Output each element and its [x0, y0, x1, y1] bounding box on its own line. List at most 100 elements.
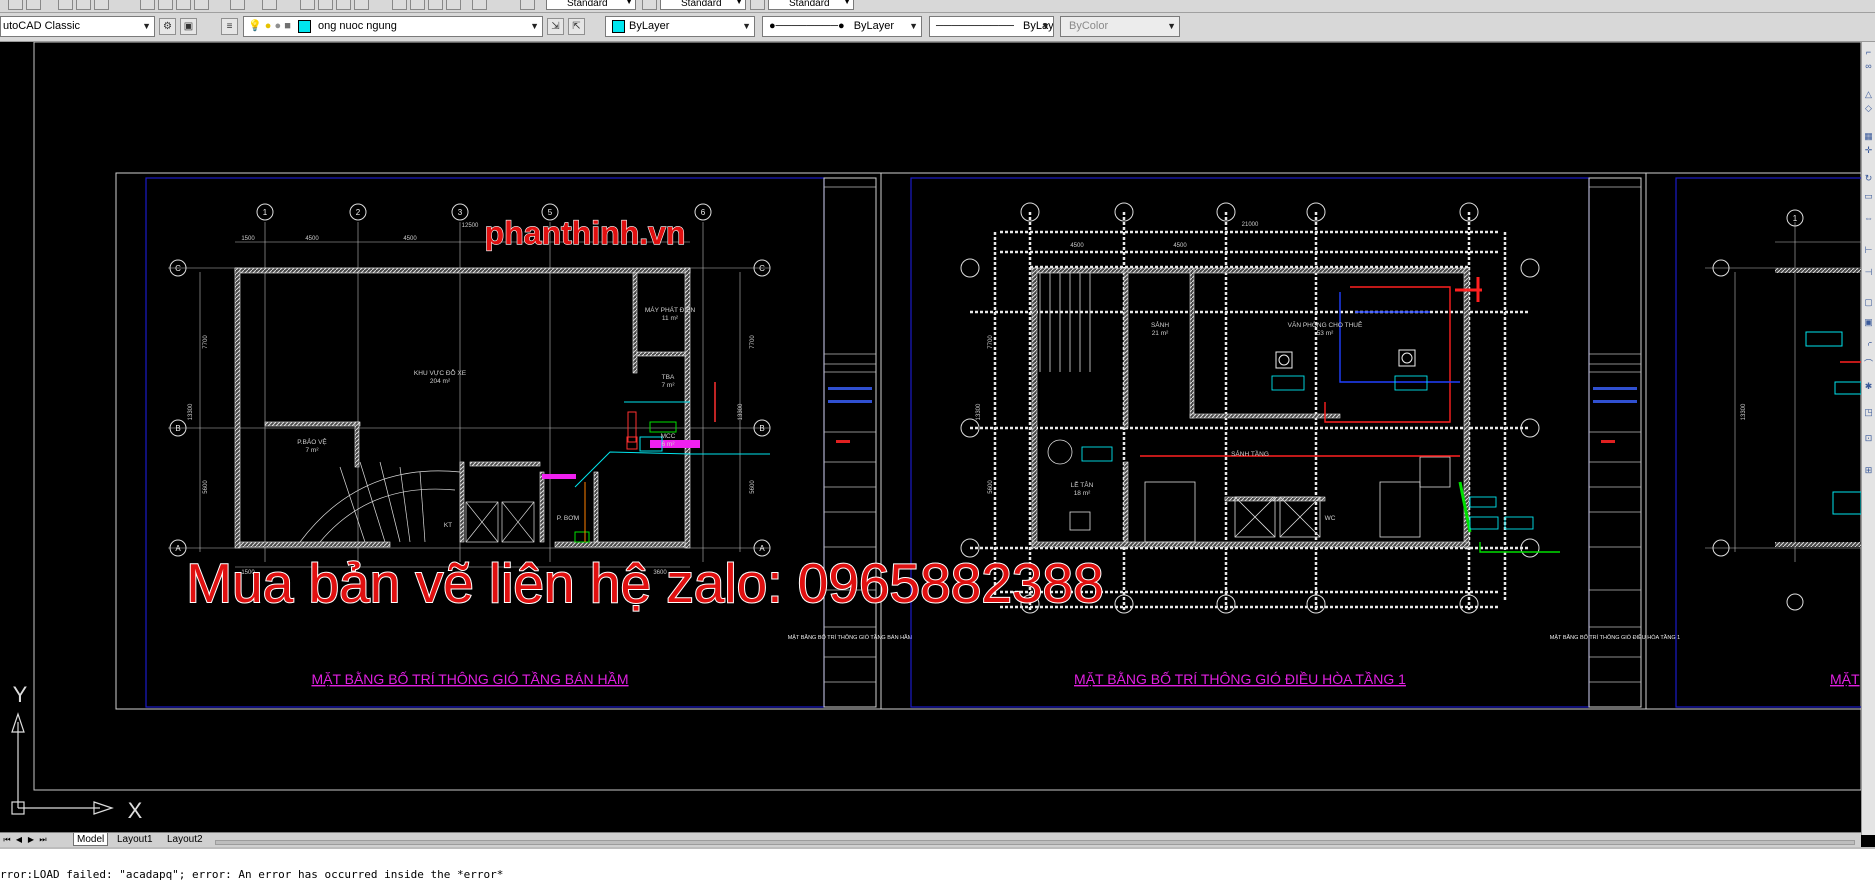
lineweight-combo[interactable]: ────────── ByLayer▼ — [929, 16, 1054, 37]
text-style-combo[interactable]: Standard ▼ — [546, 0, 636, 10]
svg-text:6 m²: 6 m² — [662, 441, 676, 448]
svg-text:SẢNH TẦNG: SẢNH TẦNG — [1231, 448, 1269, 458]
sheet-3-title: MẶT — [1830, 671, 1860, 687]
erase-icon[interactable]: ⌐ — [1863, 48, 1874, 57]
sheet-1-title: MẶT BẰNG BỐ TRÍ THÔNG GIÓ TẦNG BÁN HẦM — [311, 670, 628, 687]
layer-plot-icon: ■ — [284, 20, 291, 32]
ucs-icon — [11, 712, 114, 815]
pan-icon[interactable] — [300, 0, 315, 10]
sheet-2-walls — [1031, 267, 1470, 549]
offset-icon[interactable]: ◇ — [1863, 104, 1874, 113]
sheet-1: MẶT BẰNG BỐ TRÍ THÔNG GIÓ TẦNG BÁN HẦM 1… — [115, 172, 913, 710]
break-icon[interactable]: ▢ — [1863, 298, 1874, 307]
horizontal-scrollbar[interactable] — [215, 840, 1855, 845]
inquiry-icon[interactable]: ⊞ — [1863, 466, 1874, 475]
sheet-2-stair — [1039, 272, 1091, 372]
first-tab-icon[interactable]: ⏮ — [2, 834, 12, 845]
svg-text:B: B — [175, 424, 180, 433]
scale-icon[interactable]: ▭ — [1863, 192, 1874, 201]
zoom-previous-icon[interactable] — [354, 0, 369, 10]
undo-icon[interactable] — [230, 0, 245, 10]
svg-text:21 m²: 21 m² — [1152, 330, 1169, 337]
layer-combo[interactable]: 💡 ● ● ■ ong nuoc ngung ▼ — [243, 16, 543, 37]
fillet-icon[interactable]: ⌒ — [1863, 360, 1874, 369]
title-block-blue-mark — [828, 400, 872, 403]
zoom-window-icon[interactable] — [336, 0, 351, 10]
layer-previous-icon[interactable]: ⇱ — [568, 18, 585, 35]
svg-text:13300: 13300 — [738, 403, 744, 420]
drawing-canvas[interactable]: MẶT BẰNG BỐ TRÍ THÔNG GIÓ TẦNG BÁN HẦM 1… — [0, 42, 1861, 832]
cut-icon[interactable] — [140, 0, 155, 10]
command-history-line: rror:LOAD failed: "acadapq"; error: An e… — [0, 868, 504, 881]
publish-icon[interactable] — [94, 0, 109, 10]
copy-object-icon[interactable]: ∞ — [1863, 62, 1874, 71]
modify-toolbar-strip: ⌐ ∞ △ ◇ ▦ ✛ ↻ ▭ ⇔ ⊢ ⊣ ▢ ▣ ⌌ ⌒ ✱ ◳ ⊡ ⊞ — [1861, 42, 1875, 835]
workspace-settings-icon[interactable]: ⚙ — [159, 18, 176, 35]
text-style-icon[interactable] — [520, 0, 535, 10]
make-layer-current-icon[interactable]: ⇲ — [547, 18, 564, 35]
plot-style-combo: ByColor ▼ — [1060, 16, 1180, 37]
mirror-icon[interactable]: △ — [1863, 90, 1874, 99]
previous-tab-icon[interactable]: ◀ — [14, 834, 24, 845]
explode-icon[interactable]: ✱ — [1863, 382, 1874, 391]
tab-model[interactable]: Model — [73, 833, 109, 846]
move-icon[interactable]: ✛ — [1863, 146, 1874, 155]
command-window[interactable]: rror:LOAD failed: "acadapq"; error: An e… — [0, 847, 1875, 891]
print-icon[interactable] — [58, 0, 73, 10]
sheet-set-icon[interactable] — [446, 0, 461, 10]
svg-text:LỄ TÂN: LỄ TÂN — [1071, 480, 1094, 489]
sheet-2-dimensions: 21000 4500 4500 7700 5600 13300 — [976, 222, 1259, 494]
preview-icon[interactable] — [76, 0, 91, 10]
svg-text:SẢNH: SẢNH — [1151, 320, 1169, 329]
draw-order-icon[interactable]: ◳ — [1863, 408, 1874, 417]
zoom-realtime-icon[interactable] — [318, 0, 333, 10]
sheet-3-duct-labels — [1805, 331, 1861, 515]
color-combo[interactable]: ByLayer ▼ — [605, 16, 755, 37]
table-style-combo[interactable]: Standard ▼ — [768, 0, 854, 10]
array-icon[interactable]: ▦ — [1863, 132, 1874, 141]
standard-toolbar: Standard ▼ Standard ▼ Standard ▼ — [0, 0, 1875, 13]
layer-color-swatch — [297, 19, 311, 33]
paste-icon[interactable] — [176, 0, 191, 10]
sheet-2-frame — [910, 177, 1590, 708]
copy-icon[interactable] — [158, 0, 173, 10]
last-tab-icon[interactable]: ⏭ — [38, 834, 48, 845]
model-space-viewport[interactable]: MẶT BẰNG BỐ TRÍ THÔNG GIÓ TẦNG BÁN HẦM 1… — [0, 42, 1861, 832]
sheet-3-partial: 1 13300 MẶT — [1645, 172, 1861, 710]
svg-text:WC: WC — [1325, 515, 1336, 522]
trim-icon[interactable]: ⊢ — [1863, 246, 1874, 255]
layer-manager-icon[interactable]: ≡ — [221, 18, 238, 35]
stretch-icon[interactable]: ⇔ — [1863, 214, 1874, 223]
design-center-icon[interactable] — [410, 0, 425, 10]
calculator-icon[interactable] — [472, 0, 487, 10]
extend-icon[interactable]: ⊣ — [1863, 268, 1874, 277]
rotate-icon[interactable]: ↻ — [1863, 174, 1874, 183]
workspace-save-icon[interactable]: ▣ — [180, 18, 197, 35]
linetype-combo[interactable]: ●────────● ByLayer ▼ — [762, 16, 922, 37]
dim-style-combo[interactable]: Standard ▼ — [660, 0, 746, 10]
tab-layout2[interactable]: Layout2 — [164, 833, 206, 846]
dim-style-icon[interactable] — [642, 0, 657, 10]
tool-palettes-icon[interactable] — [428, 0, 443, 10]
redo-icon[interactable] — [262, 0, 277, 10]
svg-text:21000: 21000 — [1242, 222, 1259, 228]
match-properties-icon[interactable] — [194, 0, 209, 10]
sheet-2-ac-units — [1275, 349, 1416, 369]
svg-text:KHU VỰC ĐỖ XE: KHU VỰC ĐỖ XE — [414, 368, 467, 377]
svg-text:11 m²: 11 m² — [662, 315, 679, 322]
svg-text:13300: 13300 — [188, 403, 194, 420]
tab-layout1[interactable]: Layout1 — [114, 833, 156, 846]
join-icon[interactable]: ▣ — [1863, 318, 1874, 327]
sheet-3-border — [1645, 172, 1861, 710]
next-tab-icon[interactable]: ▶ — [26, 834, 36, 845]
workspace-combo[interactable]: utoCAD Classic ▼ — [0, 16, 155, 37]
chamfer-icon[interactable]: ⌌ — [1863, 338, 1874, 347]
measure-icon[interactable]: ⊡ — [1863, 434, 1874, 443]
site-watermark: phanthinh.vn — [485, 215, 686, 251]
svg-text:C: C — [175, 264, 181, 273]
properties-icon[interactable] — [392, 0, 407, 10]
svg-text:12500: 12500 — [462, 223, 479, 229]
table-style-icon[interactable] — [750, 0, 765, 10]
save-icon[interactable] — [26, 0, 41, 10]
new-icon[interactable] — [8, 0, 23, 10]
